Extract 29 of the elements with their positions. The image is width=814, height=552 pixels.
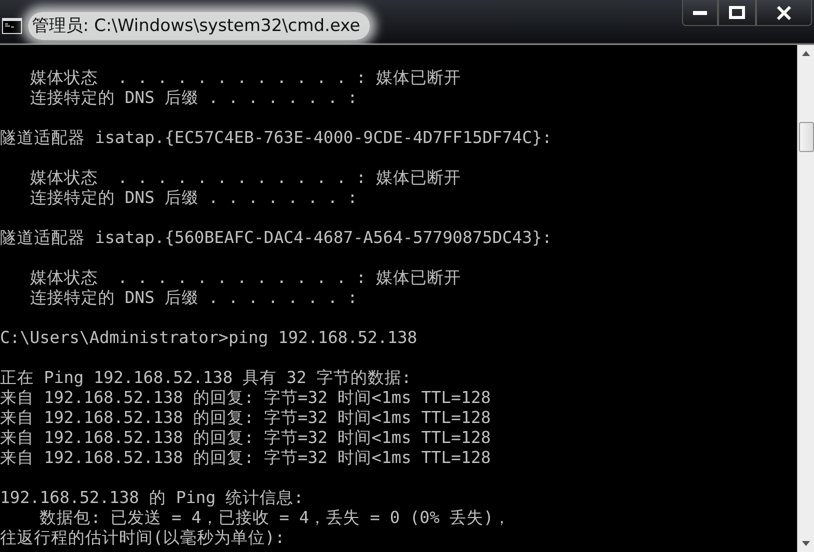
scrollbar-thumb[interactable] (798, 122, 814, 152)
console-line: 来自 192.168.52.138 的回复: 字节=32 时间<1ms TTL=128 (0, 388, 491, 408)
vertical-scrollbar[interactable] (797, 45, 814, 552)
console-line: 连接特定的 DNS 后缀 . . . . . . . : (28, 188, 358, 208)
scroll-up-icon[interactable] (802, 51, 810, 56)
console-line: 往返行程的估计时间(以毫秒为单位): (0, 528, 285, 548)
maximize-icon (729, 6, 745, 19)
console-line: 隧道适配器 isatap.{560BEAFC-DAC4-4687-A564-57790875DC43}: (0, 228, 552, 248)
minimize-icon (693, 10, 707, 14)
close-icon (776, 6, 792, 20)
console-line: C:\Users\Administrator>ping 192.168.52.138 (0, 328, 418, 348)
console-line: 连接特定的 DNS 后缀 . . . . . . . : (28, 88, 358, 108)
console-icon (2, 18, 22, 34)
maximize-button[interactable] (718, 0, 756, 26)
minimize-button[interactable] (682, 0, 718, 26)
console-line: 正在 Ping 192.168.52.138 具有 32 字节的数据: (0, 368, 412, 388)
close-button[interactable] (756, 0, 812, 26)
console-line: 来自 192.168.52.138 的回复: 字节=32 时间<1ms TTL=128 (0, 428, 491, 448)
scroll-down-icon[interactable] (802, 541, 810, 546)
console-line: 媒体状态 . . . . . . . . . . . . : 媒体已断开 (28, 168, 461, 188)
console-line: 数据包: 已发送 = 4，已接收 = 4，丢失 = 0 (0% 丢失)， (38, 508, 510, 528)
console-line: 来自 192.168.52.138 的回复: 字节=32 时间<1ms TTL=128 (0, 448, 491, 468)
console-line: 192.168.52.138 的 Ping 统计信息: (0, 488, 304, 508)
console-line: 连接特定的 DNS 后缀 . . . . . . . : (28, 288, 358, 308)
console-line: 媒体状态 . . . . . . . . . . . . : 媒体已断开 (28, 268, 461, 288)
console-line: 隧道适配器 isatap.{EC57C4EB-763E-4000-9CDE-4D7FF15DF74C}: (0, 128, 552, 148)
console-line: 媒体状态 . . . . . . . . . . . . : 媒体已断开 (28, 68, 461, 88)
window-title: 管理员: C:\Windows\system32\cmd.exe (28, 12, 370, 40)
console-line: 来自 192.168.52.138 的回复: 字节=32 时间<1ms TTL=128 (0, 408, 491, 428)
